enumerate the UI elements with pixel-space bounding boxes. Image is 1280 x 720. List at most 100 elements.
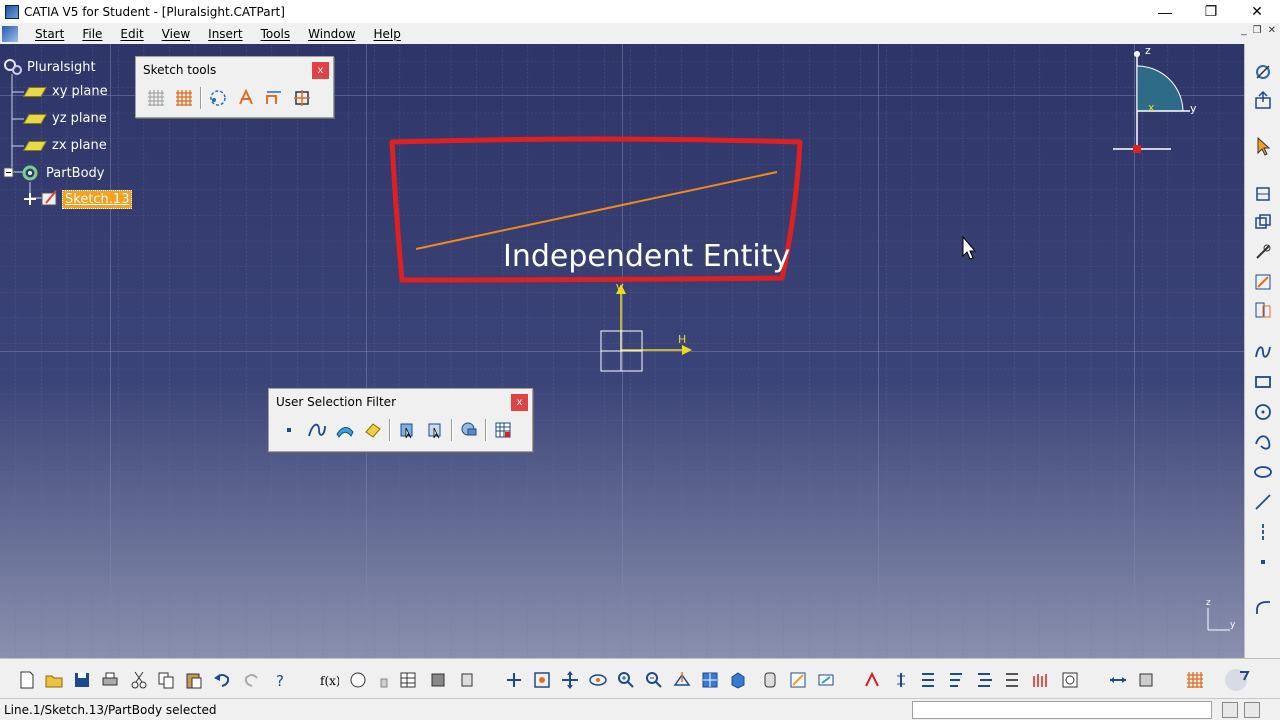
operation-icon[interactable] — [1251, 210, 1275, 234]
geometrical-constraints-icon[interactable] — [232, 85, 260, 111]
3d-viewport[interactable]: Independent Entity V H z y x z y Plurals… — [0, 44, 1244, 658]
redo-icon[interactable] — [240, 668, 264, 692]
menu-tools[interactable]: Tools — [252, 27, 300, 41]
surface-filter-icon[interactable] — [331, 417, 359, 443]
save-icon[interactable] — [70, 668, 94, 692]
grid-icon[interactable] — [142, 85, 170, 111]
point-filter-icon[interactable] — [275, 417, 303, 443]
axis-icon[interactable] — [1251, 520, 1275, 544]
cut-icon[interactable] — [127, 668, 151, 692]
sketch-tools-toolbar[interactable]: Sketch tools x — [135, 56, 334, 118]
product-icon[interactable] — [1134, 668, 1158, 692]
constraint-icon[interactable] — [1251, 240, 1275, 264]
menu-start[interactable]: Start — [26, 27, 73, 41]
multi-view-icon[interactable] — [698, 668, 722, 692]
tree-item-xy-plane[interactable]: xy plane — [23, 84, 108, 99]
point-icon[interactable] — [1251, 550, 1275, 574]
quick-view-icon[interactable] — [726, 668, 750, 692]
tree-item-zx-plane[interactable]: zx plane — [23, 138, 107, 153]
copy-icon[interactable] — [154, 668, 178, 692]
catalog-icon[interactable] — [426, 668, 450, 692]
profile-icon[interactable] — [1251, 182, 1275, 206]
transformation-icon[interactable] — [1251, 298, 1275, 322]
document-icon[interactable] — [2, 25, 18, 42]
snap-to-point-icon[interactable] — [170, 85, 198, 111]
volume-filter-icon[interactable] — [359, 417, 387, 443]
menu-file[interactable]: File — [73, 27, 111, 41]
status-button-1[interactable] — [1222, 702, 1238, 718]
sketch-tools-close-button[interactable]: x — [312, 62, 329, 79]
new-icon[interactable] — [15, 668, 39, 692]
zoom-out-icon[interactable] — [642, 668, 666, 692]
rectangle-icon[interactable] — [1251, 370, 1275, 394]
power-input-field[interactable] — [912, 701, 1212, 719]
tree-collapse-icon[interactable] — [945, 668, 969, 692]
tree-root[interactable]: Pluralsight — [2, 57, 96, 77]
hide-show-icon[interactable] — [786, 668, 810, 692]
feature-element-filter-icon[interactable] — [393, 417, 421, 443]
export-icon[interactable] — [1251, 88, 1275, 112]
pan-icon[interactable] — [558, 668, 582, 692]
status-button-2[interactable] — [1244, 702, 1260, 718]
fit-all-in-icon[interactable] — [530, 668, 554, 692]
exit-workbench-icon[interactable] — [1251, 60, 1275, 84]
user-selection-filter-close-button[interactable]: x — [511, 394, 528, 411]
whats-this-icon[interactable]: ? — [270, 668, 294, 692]
construction-elements-icon[interactable] — [204, 85, 232, 111]
select-arrow-icon[interactable] — [1251, 134, 1275, 158]
distance-icon[interactable] — [1106, 668, 1130, 692]
minimize-button[interactable]: — — [1142, 0, 1188, 23]
undo-icon[interactable] — [210, 668, 234, 692]
user-selection-filter-toolbar[interactable]: User Selection Filter x — [268, 388, 533, 452]
user-selection-filter-header[interactable]: User Selection Filter x — [269, 389, 532, 415]
open-icon[interactable] — [42, 668, 66, 692]
sketch-tools-icon[interactable] — [1251, 270, 1275, 294]
paste-icon[interactable] — [182, 668, 206, 692]
geometrical-element-filter-icon[interactable] — [421, 417, 449, 443]
swap-visible-space-icon[interactable] — [814, 668, 838, 692]
macro-icon[interactable] — [456, 668, 480, 692]
menu-edit[interactable]: Edit — [111, 27, 152, 41]
maximize-button[interactable]: ❐ — [1188, 0, 1234, 23]
corner-icon[interactable] — [1251, 596, 1275, 620]
knowledge-icon[interactable] — [346, 668, 370, 692]
view-mode-icon[interactable] — [758, 668, 782, 692]
menu-view[interactable]: View — [153, 27, 199, 41]
menu-insert[interactable]: Insert — [199, 27, 251, 41]
tree-expand-icon[interactable] — [917, 668, 941, 692]
tree-item-partbody[interactable]: PartBody — [20, 163, 104, 183]
spline-icon[interactable] — [1251, 340, 1275, 364]
circle-icon[interactable] — [1251, 400, 1275, 424]
curve-filter-icon[interactable] — [303, 417, 331, 443]
lock-icon[interactable] — [372, 668, 396, 692]
measure-icon[interactable] — [1058, 668, 1082, 692]
snap-grid-icon[interactable] — [1183, 668, 1207, 692]
sketch-tools-header[interactable]: Sketch tools x — [136, 57, 333, 83]
doc-close-button[interactable]: ✕ — [1268, 25, 1276, 36]
conic-spline-icon[interactable] — [1251, 430, 1275, 454]
fly-mode-icon[interactable] — [502, 668, 526, 692]
graph-icon[interactable] — [1001, 668, 1025, 692]
automatic-constraints-icon[interactable] — [288, 85, 316, 111]
doc-restore-button[interactable]: ❐ — [1253, 25, 1262, 36]
formula-icon[interactable]: f(x) — [317, 668, 341, 692]
rotate-icon[interactable] — [586, 668, 610, 692]
line-icon[interactable] — [1251, 490, 1275, 514]
table-icon[interactable] — [396, 668, 420, 692]
close-button[interactable]: ✕ — [1234, 0, 1280, 23]
intersection-edge-icon[interactable] — [455, 417, 483, 443]
expand-plus-icon[interactable] — [22, 190, 40, 208]
dimensional-constraints-icon[interactable] — [260, 85, 288, 111]
tree-item-yz-plane[interactable]: yz plane — [23, 111, 107, 126]
print-icon[interactable] — [98, 668, 122, 692]
reorder-icon[interactable] — [973, 668, 997, 692]
zoom-in-icon[interactable] — [614, 668, 638, 692]
hatch-icon[interactable] — [1029, 668, 1053, 692]
doc-minimize-button[interactable]: _ — [1241, 25, 1247, 36]
tree-item-sketch[interactable]: Sketch.13 — [22, 189, 133, 209]
normal-view-icon[interactable] — [670, 668, 694, 692]
tool-selection-icon[interactable] — [489, 417, 517, 443]
ellipse-icon[interactable] — [1251, 460, 1275, 484]
menu-help[interactable]: Help — [364, 27, 409, 41]
menu-window[interactable]: Window — [299, 27, 364, 41]
